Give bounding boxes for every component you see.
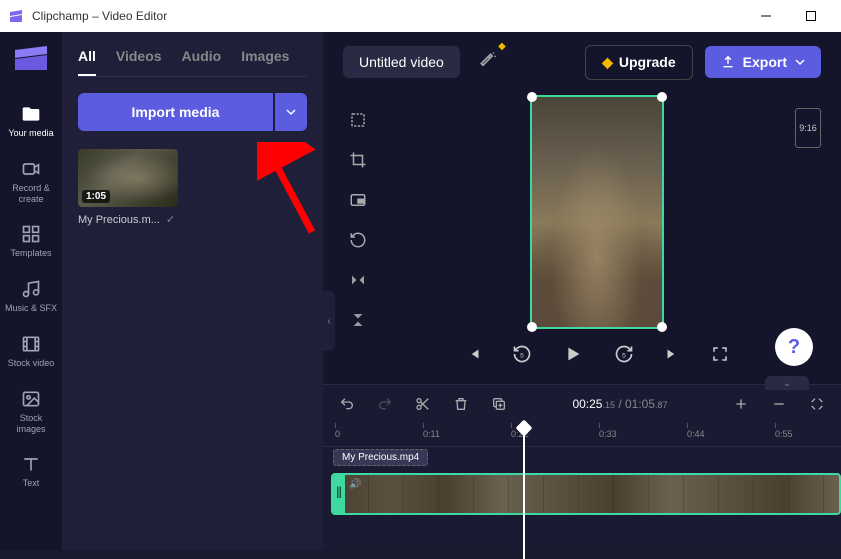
rotate-tool[interactable] xyxy=(346,228,370,252)
playhead[interactable] xyxy=(523,429,525,559)
clip-trim-handle[interactable]: ‖ xyxy=(333,475,345,513)
timeline-tracks[interactable]: My Precious.mp4 ‖ 🔊 xyxy=(323,447,841,550)
tab-all[interactable]: All xyxy=(78,48,96,76)
zoom-out-button[interactable] xyxy=(767,392,791,416)
skip-end-button[interactable] xyxy=(658,340,686,368)
expand-timeline-button[interactable]: ⌄ xyxy=(765,376,809,390)
minimize-button[interactable] xyxy=(743,0,788,32)
svg-text:5: 5 xyxy=(622,352,626,359)
clip-label: My Precious.mp4 xyxy=(333,449,428,466)
import-dropdown-button[interactable] xyxy=(275,93,307,131)
resize-handle[interactable] xyxy=(527,322,537,332)
fit-tool[interactable] xyxy=(346,108,370,132)
resize-handle[interactable] xyxy=(657,322,667,332)
timeline: 00:25.15 / 01:05.87 0 0:11 0:22 0:33 0:4… xyxy=(323,384,841,550)
left-rail: Your media Record & create Templates Mus… xyxy=(0,32,62,550)
zoom-in-button[interactable] xyxy=(729,392,753,416)
time-display: 00:25.15 / 01:05.87 xyxy=(525,397,715,411)
skip-start-button[interactable] xyxy=(460,340,488,368)
upgrade-button[interactable]: ◆Upgrade xyxy=(585,45,693,80)
undo-button[interactable] xyxy=(335,392,359,416)
media-panel: All Videos Audio Images Import media 1:0… xyxy=(62,32,323,550)
annotation-arrow xyxy=(257,142,327,242)
duplicate-button[interactable] xyxy=(487,392,511,416)
rail-stock-images[interactable]: Stock images xyxy=(0,381,62,443)
rail-stock-video[interactable]: Stock video xyxy=(0,326,62,377)
svg-text:5: 5 xyxy=(520,352,524,359)
playback-controls: 5 5 xyxy=(460,329,734,371)
forward-5-button[interactable]: 5 xyxy=(610,340,638,368)
tab-audio[interactable]: Audio xyxy=(182,48,222,76)
check-icon: ✓ xyxy=(166,213,175,226)
timeline-clip[interactable]: ‖ 🔊 xyxy=(331,473,841,515)
audio-icon: 🔊 xyxy=(349,479,361,490)
project-title-button[interactable]: Untitled video xyxy=(343,46,460,78)
preview-tools xyxy=(343,92,373,374)
titlebar: Clipchamp – Video Editor xyxy=(0,0,841,32)
rail-text[interactable]: Text xyxy=(0,446,62,497)
aspect-ratio-button[interactable]: 9:16 xyxy=(795,108,821,148)
delete-button[interactable] xyxy=(449,392,473,416)
rail-record-create[interactable]: Record & create xyxy=(0,151,62,213)
crop-tool[interactable] xyxy=(346,148,370,172)
fullscreen-button[interactable] xyxy=(706,340,734,368)
clipchamp-logo xyxy=(13,44,49,72)
flip-v-tool[interactable] xyxy=(346,308,370,332)
pip-tool[interactable] xyxy=(346,188,370,212)
app-icon xyxy=(8,8,24,24)
timeline-ruler[interactable]: 0 0:11 0:22 0:33 0:44 0:55 xyxy=(323,423,841,447)
split-button[interactable] xyxy=(411,392,435,416)
rail-your-media[interactable]: Your media xyxy=(0,96,62,147)
media-thumbnail[interactable]: 1:05 xyxy=(78,149,178,207)
media-item[interactable]: 1:05 My Precious.m... ✓ xyxy=(78,149,178,226)
rail-music-sfx[interactable]: Music & SFX xyxy=(0,271,62,322)
rewind-5-button[interactable]: 5 xyxy=(508,340,536,368)
preview-canvas[interactable] xyxy=(530,95,664,329)
maximize-button[interactable] xyxy=(788,0,833,32)
gem-icon: ◆ xyxy=(602,54,613,71)
preview-row: 9:16 5 5 ? ⌄ xyxy=(323,92,841,384)
tab-videos[interactable]: Videos xyxy=(116,48,162,76)
resize-handle[interactable] xyxy=(657,92,667,102)
media-tabs: All Videos Audio Images xyxy=(78,48,307,77)
import-media-button[interactable]: Import media xyxy=(78,93,273,131)
help-button[interactable]: ? xyxy=(775,328,813,366)
redo-button[interactable] xyxy=(373,392,397,416)
diamond-icon: ◆ xyxy=(498,41,506,52)
main-area: Untitled video ◆ ◆Upgrade Export xyxy=(323,32,841,550)
play-button[interactable] xyxy=(556,337,590,371)
topbar: Untitled video ◆ ◆Upgrade Export xyxy=(323,32,841,92)
rail-templates[interactable]: Templates xyxy=(0,216,62,267)
magic-wand-button[interactable]: ◆ xyxy=(472,45,504,80)
resize-handle[interactable] xyxy=(527,92,537,102)
export-button[interactable]: Export xyxy=(705,46,821,78)
flip-h-tool[interactable] xyxy=(346,268,370,292)
timeline-toolbar: 00:25.15 / 01:05.87 xyxy=(323,385,841,423)
media-duration: 1:05 xyxy=(82,190,110,203)
tab-images[interactable]: Images xyxy=(241,48,289,76)
zoom-fit-button[interactable] xyxy=(805,392,829,416)
window-title: Clipchamp – Video Editor xyxy=(32,9,743,23)
media-filename: My Precious.m... xyxy=(78,214,160,226)
